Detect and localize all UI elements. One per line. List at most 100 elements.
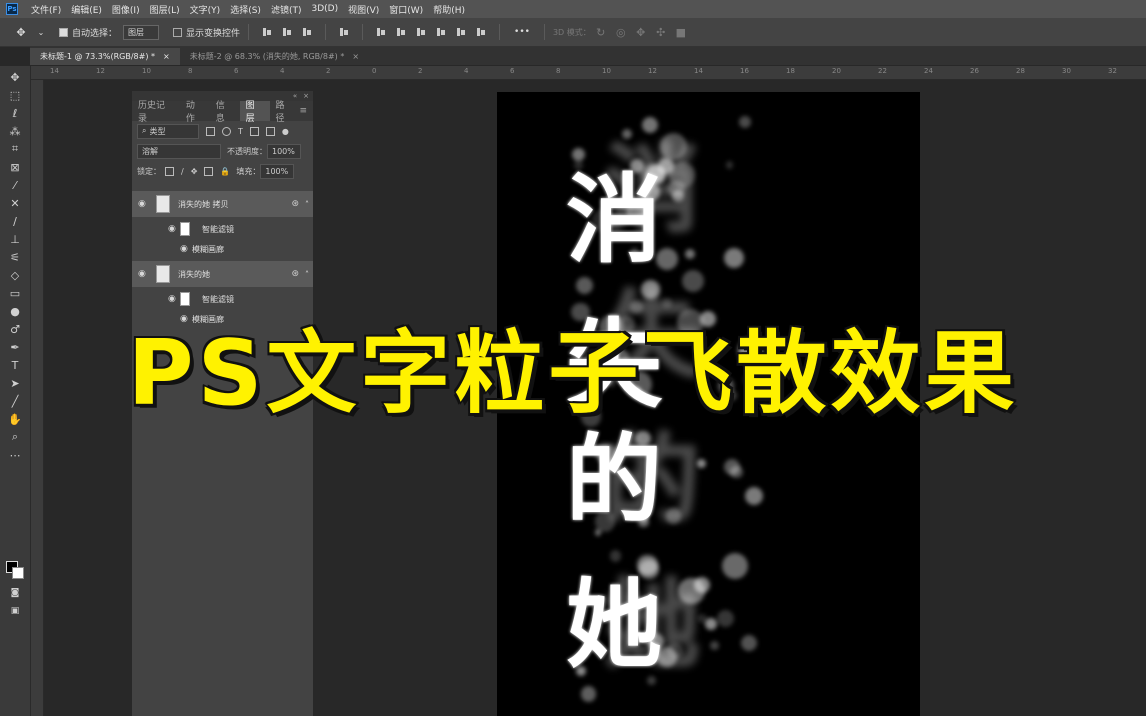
- visibility-eye-icon[interactable]: ◉: [180, 244, 188, 254]
- history-brush-icon[interactable]: ⚟: [8, 250, 22, 264]
- filter-adjustment-icon[interactable]: [222, 126, 231, 136]
- ruler-tick-label: 4: [280, 67, 285, 75]
- move-tool-icon[interactable]: ✥: [8, 70, 22, 84]
- lock-position-icon[interactable]: ✥: [191, 167, 198, 176]
- tab-info[interactable]: 信息: [210, 101, 240, 124]
- tab-paths[interactable]: 路径: [270, 101, 300, 124]
- menu-filter[interactable]: 滤镜(T): [266, 3, 307, 16]
- background-color-swatch[interactable]: [12, 567, 24, 579]
- chevron-down-icon[interactable]: ⌄: [34, 25, 48, 39]
- ruler-tick-label: 10: [602, 67, 611, 75]
- menu-image[interactable]: 图像(I): [107, 3, 145, 16]
- more-options-button[interactable]: •••: [514, 27, 530, 37]
- auto-select-dropdown[interactable]: 图层: [123, 24, 160, 40]
- layer-row[interactable]: ◉ 消失的她 ⊛ ˄: [132, 261, 313, 287]
- tab-actions[interactable]: 动作: [180, 101, 210, 124]
- align-hcenter-icon[interactable]: [281, 26, 293, 38]
- collapse-arrow-icon[interactable]: ˄: [305, 200, 309, 209]
- orbit-3d-icon[interactable]: ↻: [594, 25, 608, 39]
- menu-view[interactable]: 视图(V): [343, 3, 384, 16]
- filter-smart-object-icon[interactable]: [265, 126, 275, 136]
- move-tool-icon[interactable]: ✥: [14, 25, 28, 39]
- distribute-top-icon[interactable]: [435, 26, 447, 38]
- filter-type-icon[interactable]: T: [238, 127, 243, 136]
- horizontal-ruler[interactable]: 14 12 10 8 6 4 2 0 2 4 6 8 10 12 14 16 18 20 22 24 26 28 30 32: [30, 66, 1146, 80]
- tab-layers[interactable]: 图层: [239, 101, 270, 124]
- lock-artboard-icon[interactable]: [204, 166, 214, 176]
- align-bottom-icon[interactable]: [415, 26, 427, 38]
- close-icon[interactable]: ×: [303, 92, 309, 100]
- particle-speck: [637, 516, 649, 528]
- auto-select-checkbox[interactable]: [59, 27, 68, 37]
- distribute-icon[interactable]: [338, 26, 350, 38]
- lock-image-icon[interactable]: ∕: [181, 167, 184, 176]
- filter-shape-icon[interactable]: [249, 126, 259, 136]
- show-transform-checkbox[interactable]: [173, 27, 183, 37]
- fill-input[interactable]: 100%: [260, 163, 295, 179]
- align-vcenter-icon[interactable]: [395, 26, 407, 38]
- eyedropper-icon[interactable]: ⁄: [8, 178, 22, 192]
- filter-pixel-icon[interactable]: [206, 126, 215, 136]
- edit-toolbar-icon[interactable]: ⋯: [8, 448, 22, 462]
- blend-mode-select[interactable]: 溶解: [137, 143, 221, 159]
- menu-layer[interactable]: 图层(L): [145, 3, 185, 16]
- align-top-icon[interactable]: [375, 26, 387, 38]
- screen-mode-icon[interactable]: ▣: [8, 604, 22, 618]
- menu-type[interactable]: 文字(Y): [185, 3, 226, 16]
- menu-help[interactable]: 帮助(H): [428, 3, 470, 16]
- slide-3d-icon[interactable]: ✣: [654, 25, 668, 39]
- filter-row[interactable]: ◉ 模糊画廊: [132, 241, 313, 257]
- align-right-icon[interactable]: [301, 26, 313, 38]
- gradient-tool-icon[interactable]: ▭: [8, 286, 22, 300]
- panel-menu-icon[interactable]: ≡: [299, 106, 307, 116]
- drag-3d-icon[interactable]: ✥: [634, 25, 648, 39]
- tab-document-1[interactable]: 未标题-1 @ 73.3%(RGB/8#) * ×: [30, 48, 180, 65]
- clone-stamp-icon[interactable]: ⊥: [8, 232, 22, 246]
- tab-history[interactable]: 历史记录: [132, 101, 180, 124]
- distribute-vcenter-icon[interactable]: [455, 26, 467, 38]
- filter-mask-thumbnail[interactable]: [180, 222, 190, 236]
- collapse-arrow-icon[interactable]: ˄: [305, 270, 309, 279]
- collapse-icon[interactable]: «: [293, 92, 297, 100]
- particle-speck: [730, 465, 744, 479]
- brush-tool-icon[interactable]: ∕: [8, 214, 22, 228]
- filter-toggle-icon[interactable]: ●: [282, 127, 289, 136]
- camera-3d-icon[interactable]: ■: [674, 25, 688, 39]
- crop-tool-icon[interactable]: ⌗: [8, 142, 22, 156]
- menu-bar: Ps 文件(F) 编辑(E) 图像(I) 图层(L) 文字(Y) 选择(S) 滤…: [0, 0, 1146, 18]
- menu-select[interactable]: 选择(S): [225, 3, 266, 16]
- particle-speck: [609, 550, 622, 563]
- menu-file[interactable]: 文件(F): [26, 3, 66, 16]
- photoshop-logo: Ps: [6, 3, 18, 15]
- lock-transparent-icon[interactable]: [165, 166, 174, 176]
- lasso-tool-icon[interactable]: ℓ: [8, 106, 22, 120]
- lock-all-icon[interactable]: 🔒: [220, 167, 230, 176]
- smart-filter-row[interactable]: ◉ 智能滤镜: [132, 219, 313, 239]
- visibility-eye-icon[interactable]: ◉: [138, 269, 146, 279]
- marquee-tool-icon[interactable]: ⬚: [8, 88, 22, 102]
- tab-document-2[interactable]: 未标题-2 @ 68.3% (消失的她, RGB/8#) * ×: [180, 48, 369, 65]
- filter-name: 模糊画廊: [192, 244, 224, 254]
- menu-edit[interactable]: 编辑(E): [66, 3, 107, 16]
- roll-3d-icon[interactable]: ◎: [614, 25, 628, 39]
- tab-label: 未标题-2 @ 68.3% (消失的她, RGB/8#) *: [189, 52, 345, 61]
- zoom-tool-icon[interactable]: ⌕: [8, 430, 22, 444]
- menu-window[interactable]: 窗口(W): [384, 3, 428, 16]
- distribute-bottom-icon[interactable]: [475, 26, 487, 38]
- close-icon[interactable]: ×: [352, 52, 359, 61]
- particle-speck: [721, 552, 749, 580]
- healing-brush-icon[interactable]: ✕: [8, 196, 22, 210]
- particle-speck: [641, 162, 665, 187]
- filter-kind-select[interactable]: ⌕ 类型: [137, 123, 199, 139]
- layer-row[interactable]: ◉ 消失的她 拷贝 ⊛ ˄: [132, 191, 313, 217]
- close-icon[interactable]: ×: [163, 52, 170, 61]
- menu-3d[interactable]: 3D(D): [306, 4, 343, 14]
- magic-wand-icon[interactable]: ⁂: [8, 124, 22, 138]
- frame-tool-icon[interactable]: ⊠: [8, 160, 22, 174]
- quick-mask-icon[interactable]: ◙: [8, 586, 22, 600]
- visibility-eye-icon[interactable]: ◉: [138, 199, 146, 209]
- eraser-tool-icon[interactable]: ◇: [8, 268, 22, 282]
- visibility-eye-icon[interactable]: ◉: [168, 224, 176, 234]
- align-left-icon[interactable]: [261, 26, 273, 38]
- opacity-input[interactable]: 100%: [267, 143, 301, 159]
